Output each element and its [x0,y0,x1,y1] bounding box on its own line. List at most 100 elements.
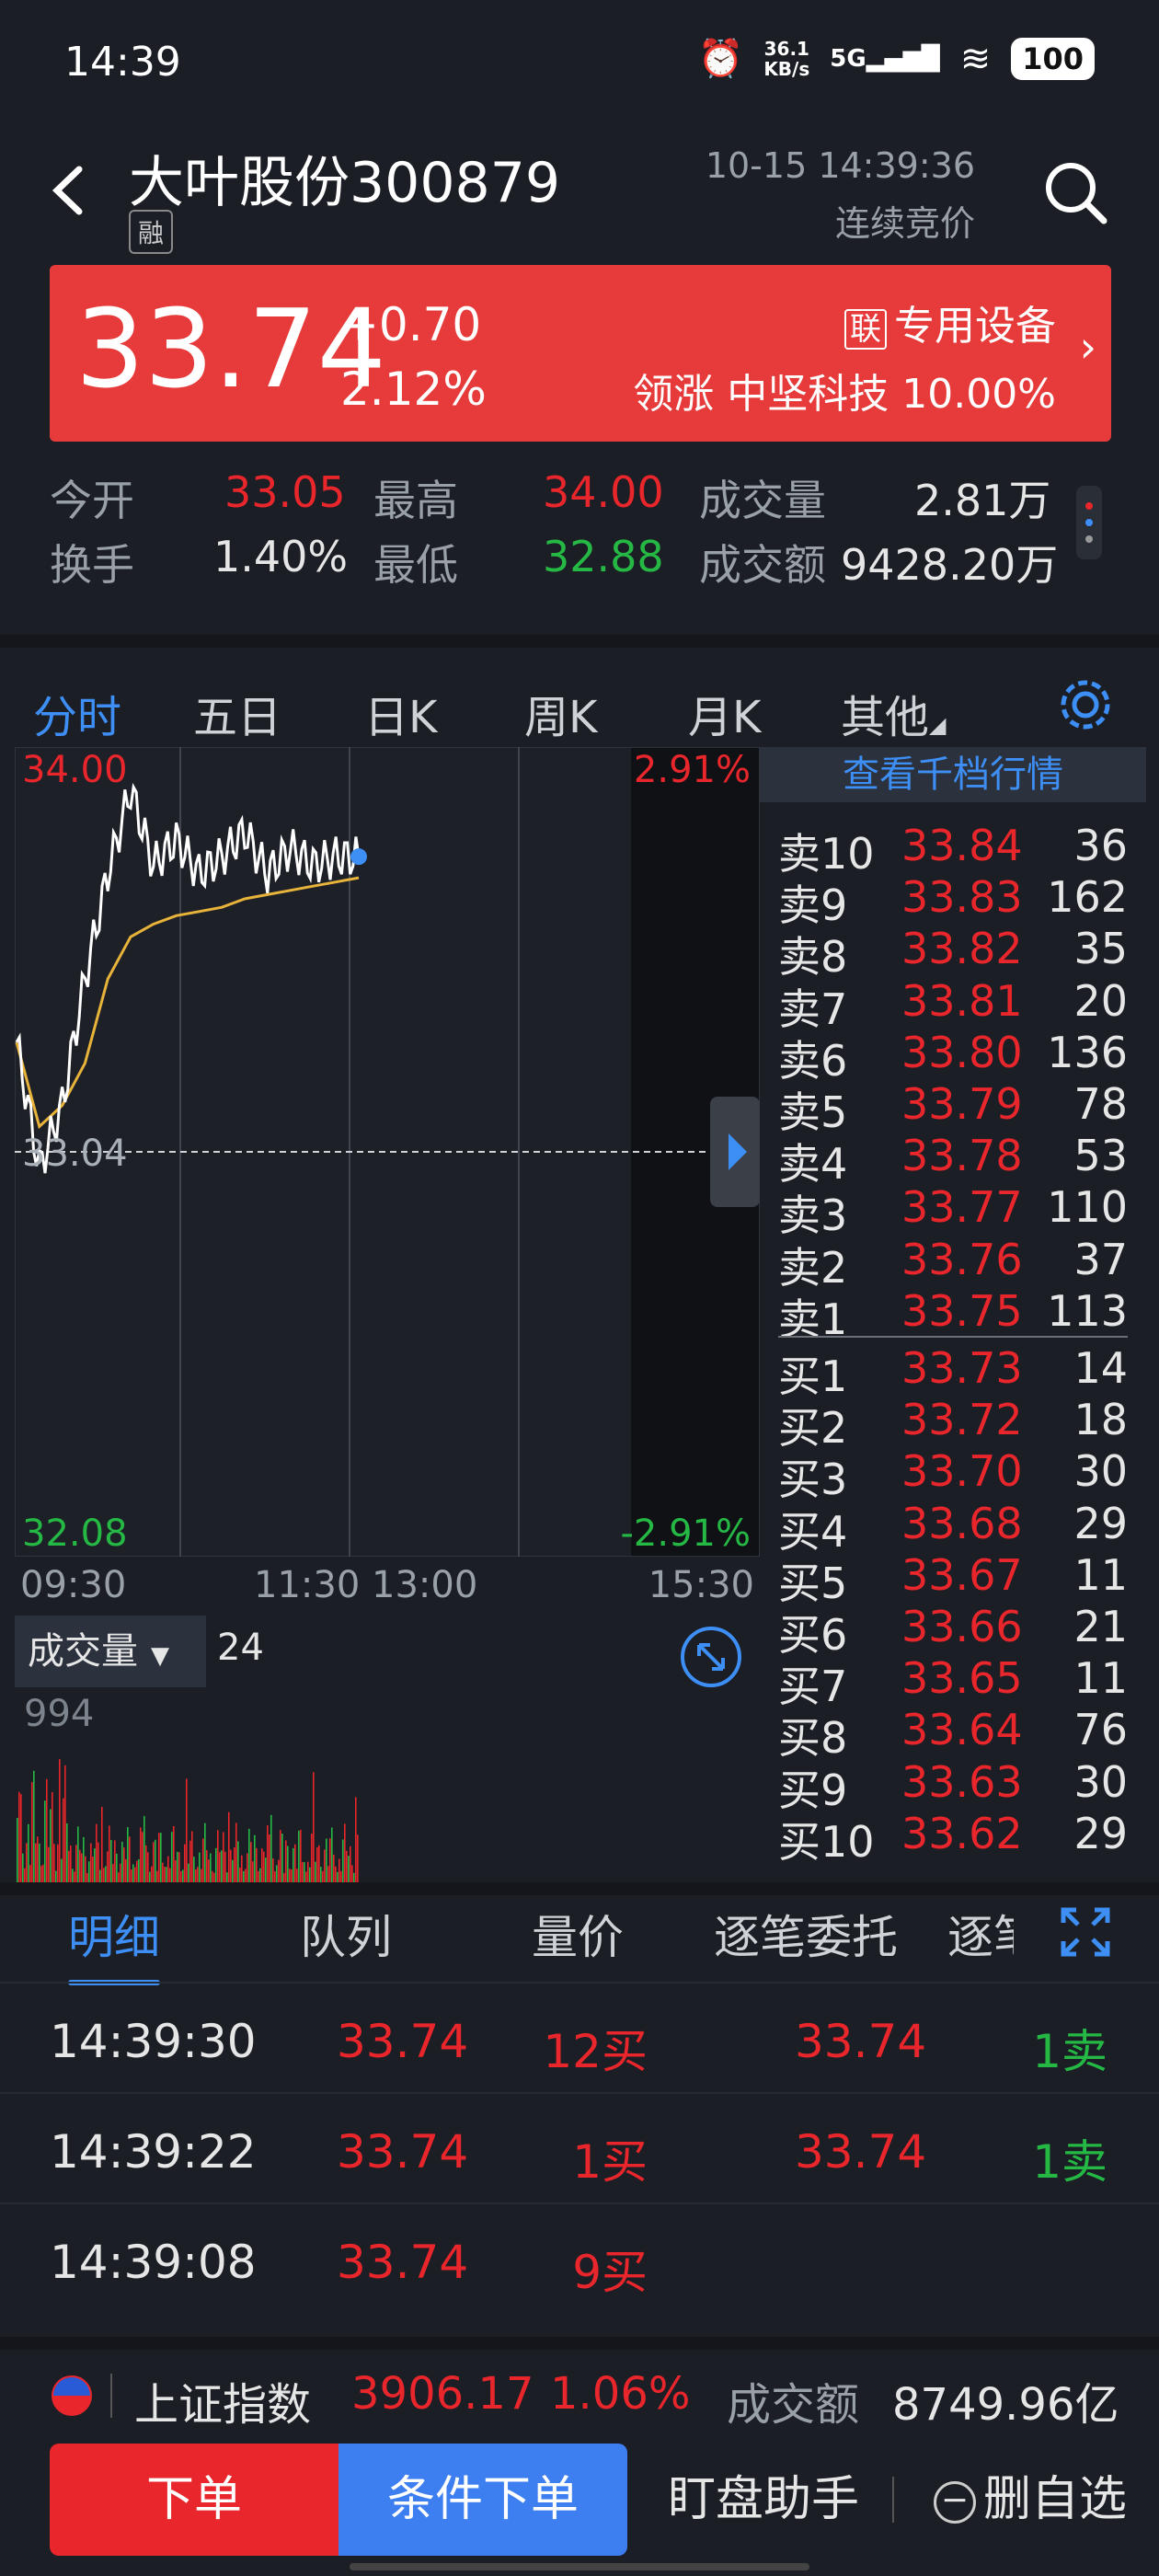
fullscreen-button[interactable] [679,1625,743,1693]
amount-value: 9428.20万 [841,540,1059,590]
volume-bar [40,1866,42,1882]
conditional-order-button[interactable]: 条件下单 [339,2444,627,2556]
bid-row[interactable]: 买7 33.65 11 [778,1653,1128,1711]
bid-row[interactable]: 买9 33.63 30 [778,1757,1128,1815]
volume-bar [186,1778,188,1882]
volume-bar [342,1839,344,1882]
trade-row[interactable]: 14:39:30 33.74 12买 33.74 1卖 [0,1982,1159,2092]
volume-bar [259,1868,261,1882]
tab-other[interactable]: 其他◢ [841,681,946,745]
volume-bar [283,1872,285,1882]
volume-bar [162,1862,164,1882]
volume-bar [278,1859,280,1882]
volume-bar [177,1851,178,1882]
volume-bar [77,1826,79,1882]
tab-intraday[interactable]: 分时 [33,681,122,765]
ask-row[interactable]: 卖4 33.78 53 [778,1131,1128,1189]
tab-monthly-k[interactable]: 月K [688,681,761,745]
volume-bar [223,1832,224,1882]
volume-bar [243,1870,245,1882]
watch-assistant-button[interactable]: 盯盘助手 [653,2444,874,2556]
place-order-button[interactable]: 下单 [50,2444,339,2556]
trade-time: 14:39:08 [50,2236,257,2289]
sector-link[interactable]: 联专用设备 [844,293,1056,351]
back-button[interactable] [40,158,96,223]
index-ticker[interactable]: 上证指数 3906.17 1.06% 成交额 8749.96亿 [0,2337,1159,2442]
bid-row[interactable]: 买10 33.62 29 [778,1808,1128,1867]
tab-details[interactable]: 明细 [68,1901,160,1985]
ask-row[interactable]: 卖5 33.79 78 [778,1079,1128,1137]
volume-bar [300,1829,302,1882]
tab-daily-k[interactable]: 日K [364,681,437,745]
volume-bar [64,1765,66,1882]
chart-settings-button[interactable] [1058,677,1113,736]
tab-5day[interactable]: 五日 [193,681,281,745]
time-end: 15:30 [648,1564,754,1606]
detail-fullscreen-button[interactable] [1058,1904,1113,1963]
price-change: +0.70 2.12% [340,298,487,416]
ask-row[interactable]: 卖9 33.83 162 [778,872,1128,930]
volume-bar [143,1815,145,1882]
bid-row[interactable]: 买5 33.67 11 [778,1550,1128,1608]
volume-bar [86,1872,88,1882]
level-qty: 29 [1073,1808,1128,1858]
stat-label: 最低 [373,540,458,590]
bid-row[interactable]: 买6 33.66 21 [778,1602,1128,1660]
trade-volume: 9买 [572,2246,648,2299]
tab-tick-orders[interactable]: 逐笔委托 [714,1901,898,1967]
volume-bar [256,1847,258,1882]
level-qty: 76 [1073,1705,1128,1755]
period-tabs: 分时 五日 日K 周K 月K 其他◢ [0,635,1159,765]
volume-bar [17,1818,18,1882]
volume-bar [281,1834,283,1882]
tab-volume-price[interactable]: 量价 [532,1901,624,1967]
view-full-depth-button[interactable]: 查看千档行情 [760,747,1146,802]
stat-label: 最高 [373,476,458,525]
price-card[interactable]: 33.74 +0.70 2.12% 联专用设备 领涨 中坚科技 10.00% › [50,265,1111,442]
bid-row[interactable]: 买1 33.73 14 [778,1343,1128,1401]
bid-row[interactable]: 买3 33.70 30 [778,1446,1128,1504]
volume-bar [166,1867,167,1882]
volume-bar [337,1871,339,1882]
ask-row[interactable]: 卖7 33.81 20 [778,976,1128,1034]
volume-bar [158,1833,160,1882]
intraday-chart[interactable]: 34.00 2.91% 33.04 32.08 -2.91% [15,747,760,1557]
ask-row[interactable]: 卖2 33.76 37 [778,1235,1128,1293]
tab-tick-trades[interactable]: 逐笔 [947,1901,1014,1967]
high-value: 34.00 [543,467,664,517]
trade-row[interactable]: 14:39:22 33.74 1买 33.74 1卖 [0,2092,1159,2202]
tab-weekly-k[interactable]: 周K [524,681,597,745]
volume-bar [145,1845,147,1882]
bid-row[interactable]: 买4 33.68 29 [778,1499,1128,1557]
volume-bar [55,1870,57,1882]
volume-header[interactable]: 成交量 ▼ [15,1616,206,1687]
volume-bar [107,1851,109,1882]
bid-row[interactable]: 买2 33.72 18 [778,1395,1128,1453]
volume-bar [333,1854,335,1882]
stat-label: 今开 [50,476,134,525]
volume-bar [63,1798,64,1882]
alarm-icon: ⏰ [697,38,744,80]
trade-volume: 1买 [572,2135,648,2189]
volume-bar [324,1849,326,1882]
ask-row[interactable]: 卖6 33.80 136 [778,1028,1128,1086]
ask-row[interactable]: 卖8 33.82 35 [778,924,1128,982]
volume-bar [44,1800,46,1882]
search-button[interactable] [1039,156,1113,230]
tab-queue[interactable]: 队列 [300,1901,392,1967]
more-stats-handle[interactable] [1076,486,1102,559]
volume-bar [247,1853,248,1882]
volume-bar [85,1856,86,1882]
volume-bar [339,1858,340,1882]
volume-bar [335,1866,337,1882]
trade-row[interactable]: 14:39:08 33.74 9买 [0,2202,1159,2313]
bid-row[interactable]: 买8 33.64 76 [778,1705,1128,1763]
volume-bar [127,1826,129,1882]
volume-bar [195,1869,197,1882]
ask-row[interactable]: 卖10 33.84 36 [778,821,1128,879]
volume-bar [298,1830,300,1882]
ask-row[interactable]: 卖1 33.75 113 [778,1286,1128,1344]
volume-bar [188,1863,189,1882]
remove-watchlist-button[interactable]: − 删自选 [920,2444,1141,2556]
ask-row[interactable]: 卖3 33.77 110 [778,1182,1128,1240]
